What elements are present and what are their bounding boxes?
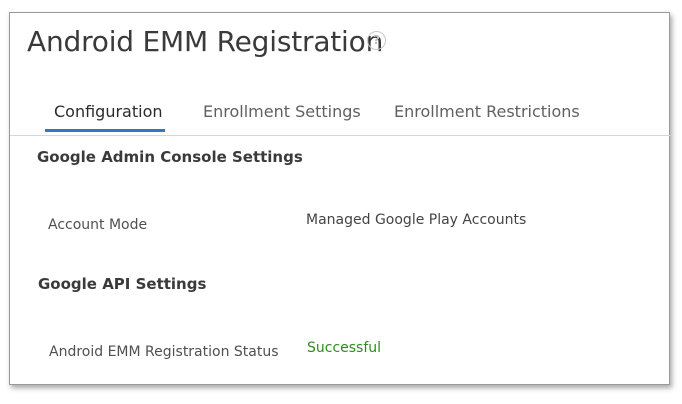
registration-status-value: Successful (307, 340, 382, 356)
help-circle-icon[interactable]: ? (367, 31, 386, 50)
tab-bar: Configuration Enrollment Settings Enroll… (10, 99, 671, 136)
section-title-api-settings: Google API Settings (38, 275, 207, 293)
registration-status-label: Android EMM Registration Status (49, 344, 279, 360)
page-title: Android EMM Registration (27, 25, 384, 58)
tab-enrollment-restrictions[interactable]: Enrollment Restrictions (394, 102, 580, 121)
tab-configuration[interactable]: Configuration (54, 102, 163, 121)
active-tab-indicator (45, 129, 165, 132)
account-mode-value: Managed Google Play Accounts (306, 212, 527, 228)
section-title-admin-console: Google Admin Console Settings (37, 148, 303, 166)
registration-panel: Android EMM Registration ? Configuration… (9, 12, 671, 385)
tab-enrollment-settings[interactable]: Enrollment Settings (203, 102, 361, 121)
account-mode-label: Account Mode (48, 217, 148, 233)
